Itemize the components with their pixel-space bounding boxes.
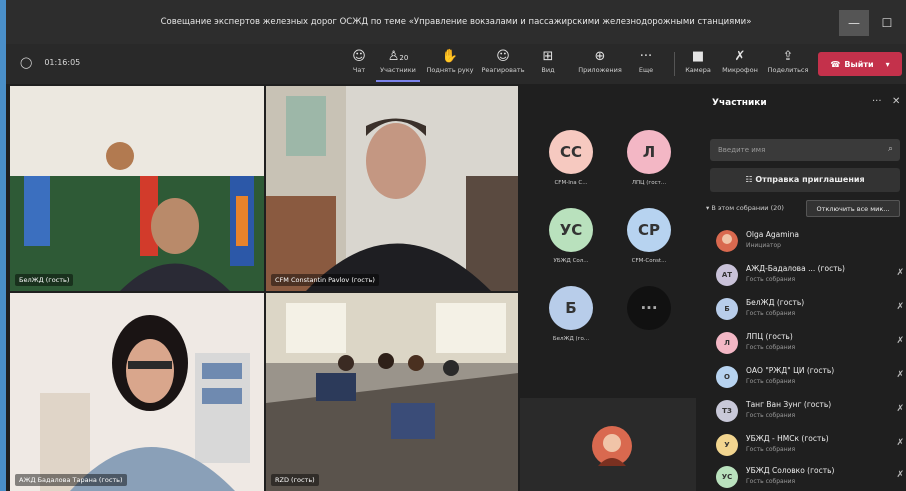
close-icon[interactable]: ✕ bbox=[892, 96, 900, 107]
avatar-label: УБЖД Сол... bbox=[553, 258, 589, 264]
apps-button[interactable]: ⊕ Приложения bbox=[574, 48, 626, 74]
avatar-tile[interactable]: Л ЛПЦ (гост... bbox=[620, 130, 678, 186]
avatar-label: ЛПЦ (гост... bbox=[631, 180, 667, 186]
share-icon: ⇪ bbox=[782, 49, 794, 64]
mic-off-icon: ✗ bbox=[896, 268, 904, 278]
participant-row[interactable]: О ОАО "РЖД" ЦИ (гость) Гость собрания ✗ bbox=[716, 362, 906, 392]
mic-off-icon: ✗ bbox=[896, 404, 904, 414]
avatar: Л bbox=[627, 130, 671, 174]
overflow-tile[interactable]: ··· bbox=[620, 286, 678, 330]
avatar: CP bbox=[627, 208, 671, 252]
camera-icon: ■ bbox=[691, 49, 705, 64]
more-options-icon[interactable]: ··· bbox=[872, 96, 882, 107]
avatar: О bbox=[716, 366, 738, 388]
participant-name: БелЖД (гость) bbox=[15, 274, 74, 286]
avatar: У bbox=[716, 434, 738, 456]
minimize-icon: — bbox=[848, 16, 860, 30]
shield-icon: ◯ bbox=[20, 56, 33, 69]
avatar-label: CFM-Ina C... bbox=[554, 180, 588, 186]
mic-off-icon: ✗ bbox=[896, 370, 904, 380]
chat-icon: ☺ bbox=[352, 49, 366, 64]
mic-off-icon: ✗ bbox=[896, 470, 904, 480]
smiley-icon: ☺ bbox=[496, 49, 510, 64]
phone-icon: ☎ bbox=[830, 59, 841, 69]
avatar: УС bbox=[716, 466, 738, 488]
video-feed-rzd bbox=[266, 293, 518, 491]
grid-icon: ⊞ bbox=[542, 49, 554, 64]
avatar: CC bbox=[549, 130, 593, 174]
in-meeting-section[interactable]: ▾ В этом собрании (20) bbox=[706, 204, 784, 212]
title-bar: Совещание экспертов железных дорог ОСЖД … bbox=[6, 0, 906, 44]
participant-row[interactable]: УС УБЖД Соловко (гость) Гость собрания ✗ bbox=[716, 462, 906, 491]
avatar-tile[interactable]: УС УБЖД Сол... bbox=[542, 208, 600, 264]
avatar: Б bbox=[716, 298, 738, 320]
mic-off-icon: ✗ bbox=[734, 49, 746, 64]
window-title: Совещание экспертов железных дорог ОСЖД … bbox=[160, 17, 752, 27]
mute-all-button[interactable]: Отключить все мик... bbox=[806, 200, 900, 217]
participant-row[interactable]: Olga Agamina Инициатор bbox=[716, 226, 906, 256]
react-button[interactable]: ☺ Реагировать bbox=[478, 48, 528, 74]
avatar-label: CFM-Const... bbox=[631, 258, 667, 264]
avatar: ТЗ bbox=[716, 400, 738, 422]
mic-off-icon: ✗ bbox=[896, 438, 904, 448]
people-icon: ♙20 bbox=[387, 49, 409, 64]
maximize-button[interactable]: ☐ bbox=[872, 10, 902, 36]
panel-title: Участники bbox=[712, 98, 767, 108]
avatar-tile[interactable]: Б БелЖД (го... bbox=[542, 286, 600, 342]
video-tile[interactable]: CFM Constantin Pavlov (гость) bbox=[266, 86, 518, 291]
participant-row[interactable]: Л ЛПЦ (гость) Гость собрания ✗ bbox=[716, 328, 906, 358]
view-button[interactable]: ⊞ Вид bbox=[526, 48, 570, 74]
video-feed-cfm bbox=[266, 86, 518, 291]
video-tile[interactable]: АЖД Бадалова Тарана (гость) bbox=[10, 293, 264, 491]
meeting-timer: 01:16:05 bbox=[44, 58, 81, 67]
raise-hand-button[interactable]: ✋ Поднять руку bbox=[425, 48, 475, 74]
mic-button[interactable]: ✗ Микрофон bbox=[718, 48, 762, 74]
camera-button[interactable]: ■ Камера bbox=[676, 48, 720, 74]
invite-icon: ☷ bbox=[745, 175, 756, 184]
search-icon: ⌕ bbox=[888, 144, 894, 154]
self-avatar bbox=[592, 426, 632, 466]
more-icon: ··· bbox=[627, 286, 671, 330]
avatar-gallery: CC CFM-Ina C... Л ЛПЦ (гост... УС УБЖД С… bbox=[520, 86, 696, 396]
avatar bbox=[716, 230, 738, 252]
participant-row[interactable]: Б БелЖД (гость) Гость собрания ✗ bbox=[716, 294, 906, 324]
participant-name: CFM Constantin Pavlov (гость) bbox=[271, 274, 379, 286]
share-button[interactable]: ⇪ Поделиться bbox=[762, 48, 814, 74]
chat-button[interactable]: ☺ Чат bbox=[337, 48, 381, 74]
participants-panel: Участники ··· ✕ Введите имя ⌕ ☷ Отправка… bbox=[696, 84, 906, 491]
video-feed-belzhd bbox=[10, 86, 264, 291]
apps-icon: ⊕ bbox=[594, 49, 606, 64]
leave-button[interactable]: ☎ Выйти ▾ bbox=[818, 52, 902, 76]
search-input[interactable]: Введите имя bbox=[710, 139, 900, 161]
more-button[interactable]: ··· Еще bbox=[624, 48, 668, 74]
participant-row[interactable]: АТ АЖД-Бадалова ... (гость) Гость собран… bbox=[716, 260, 906, 290]
participant-name: АЖД Бадалова Тарана (гость) bbox=[15, 474, 127, 486]
avatar: Л bbox=[716, 332, 738, 354]
mic-off-icon: ✗ bbox=[896, 302, 904, 312]
send-invite-button[interactable]: ☷ Отправка приглашения bbox=[710, 168, 900, 192]
maximize-icon: ☐ bbox=[881, 16, 893, 30]
video-tile[interactable]: RZD (гость) bbox=[266, 293, 518, 491]
hand-icon: ✋ bbox=[441, 49, 459, 64]
video-tile[interactable]: БелЖД (гость) bbox=[10, 86, 264, 291]
toolbar-divider bbox=[674, 52, 675, 76]
chevron-down-icon: ▾ bbox=[885, 59, 890, 69]
participant-row[interactable]: У УБЖД - НМСк (гость) Гость собрания ✗ bbox=[716, 430, 906, 460]
meeting-toolbar: ◯ 01:16:05 ☺ Чат ♙20 Участники ✋ Поднять… bbox=[6, 44, 906, 84]
avatar-label: БелЖД (го... bbox=[552, 336, 590, 342]
video-feed-azhd bbox=[10, 293, 264, 491]
avatar: УС bbox=[549, 208, 593, 252]
minimize-button[interactable]: — bbox=[839, 10, 869, 36]
participant-name: RZD (гость) bbox=[271, 474, 319, 486]
avatar-tile[interactable]: CC CFM-Ina C... bbox=[542, 130, 600, 186]
participant-row[interactable]: ТЗ Танг Ван Зунг (гость) Гость собрания … bbox=[716, 396, 906, 426]
avatar: АТ bbox=[716, 264, 738, 286]
avatar: Б bbox=[549, 286, 593, 330]
more-icon: ··· bbox=[639, 49, 653, 64]
avatar-tile[interactable]: CP CFM-Const... bbox=[620, 208, 678, 264]
participants-button[interactable]: ♙20 Участники bbox=[376, 48, 420, 82]
mic-off-icon: ✗ bbox=[896, 336, 904, 346]
teams-window: Совещание экспертов железных дорог ОСЖД … bbox=[6, 0, 906, 491]
self-view[interactable] bbox=[520, 398, 696, 491]
